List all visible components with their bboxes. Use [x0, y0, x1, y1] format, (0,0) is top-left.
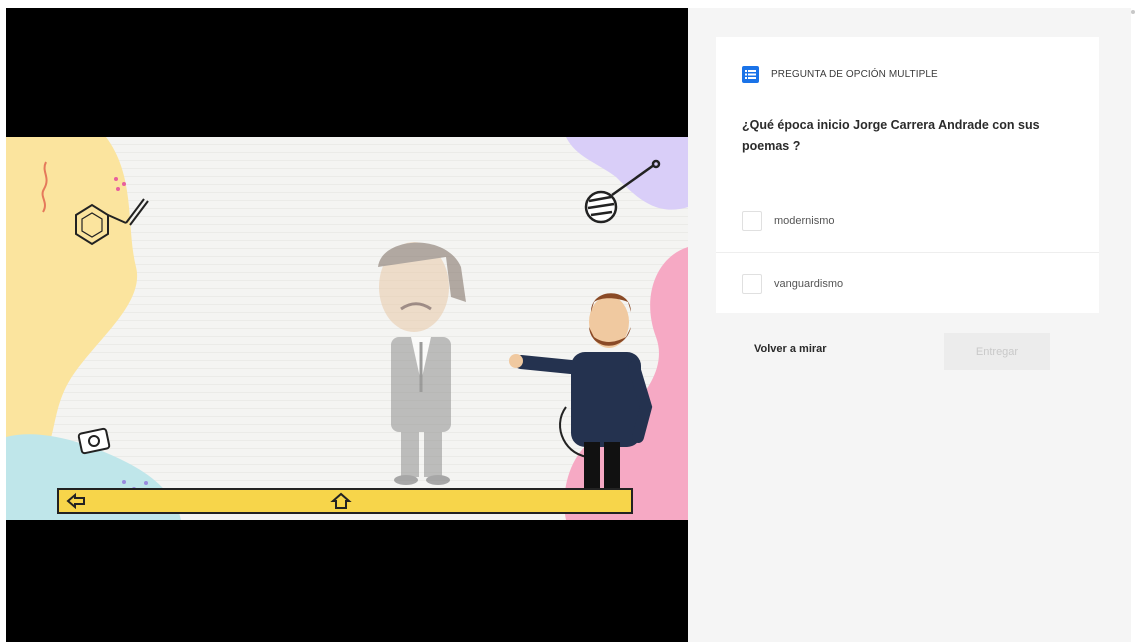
option-label: modernismo — [774, 215, 835, 227]
page: PREGUNTA DE OPCIÓN MULTIPLE ¿Qué época i… — [0, 0, 1137, 642]
historical-figure — [378, 242, 466, 485]
quiz-actions: Volver a mirar Entregar — [716, 331, 1099, 371]
option-checkbox[interactable] — [742, 211, 762, 231]
submit-button[interactable]: Entregar — [944, 333, 1050, 370]
video-player[interactable] — [6, 8, 688, 642]
option-modernismo[interactable]: modernismo — [716, 190, 1099, 252]
question-text: ¿Qué época inicio Jorge Carrera Andrade … — [742, 118, 1040, 153]
scrollbar[interactable] — [1131, 10, 1135, 14]
question-type-header: PREGUNTA DE OPCIÓN MULTIPLE — [742, 66, 938, 83]
camera-icon — [77, 427, 111, 455]
option-checkbox[interactable] — [742, 273, 762, 294]
option-label: vanguardismo — [774, 277, 844, 290]
rewatch-button[interactable]: Volver a mirar — [754, 343, 827, 355]
video-frame[interactable] — [6, 137, 688, 520]
video-scene — [6, 137, 688, 520]
question-type-label: PREGUNTA DE OPCIÓN MULTIPLE — [771, 69, 938, 80]
option-vanguardismo[interactable]: vanguardismo — [716, 252, 1099, 314]
question-card: PREGUNTA DE OPCIÓN MULTIPLE ¿Qué época i… — [716, 37, 1099, 313]
list-icon — [742, 66, 759, 83]
purple-blob — [566, 137, 688, 210]
